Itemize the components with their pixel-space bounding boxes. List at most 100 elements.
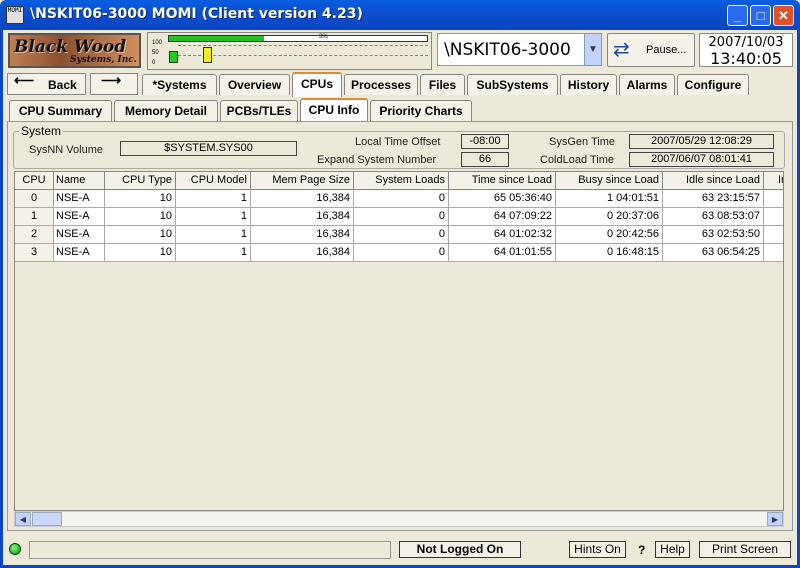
window-title: \NSKIT06-3000 MOMI (Client version 4.23) [30,6,363,22]
col-header-busy-since-load[interactable]: Busy since Load [556,172,663,190]
cell-in [764,226,783,244]
help-button[interactable]: Help [655,541,690,558]
sysnn-value: $SYSTEM.SYS00 [120,141,297,156]
col-header-mem-page-size[interactable]: Mem Page Size [251,172,354,190]
cell-idle-since-load: 63 06:54:25 [663,244,764,262]
cell-busy-since-load: 0 20:42:56 [556,226,663,244]
cell-cpu: 3 [15,244,54,262]
subtab-cpu-summary[interactable]: CPU Summary [9,100,112,121]
table-row[interactable]: 0 NSE-A 10 1 16,384 0 65 05:36:40 1 04:0… [15,190,783,208]
subtab-priority-charts[interactable]: Priority Charts [370,100,472,121]
table-row[interactable]: 3 NSE-A 10 1 16,384 0 64 01:01:55 0 16:4… [15,244,783,262]
logo-line1: Black Wood [14,37,127,57]
tab-overview[interactable]: Overview [219,74,290,95]
title-bar[interactable]: MOMI \NSKIT06-3000 MOMI (Client version … [0,0,800,30]
gauge-percent-label: 3% [319,34,328,40]
table-row[interactable]: 2 NSE-A 10 1 16,384 0 64 01:02:32 0 20:4… [15,226,783,244]
time-display: 13:40:05 [710,49,782,68]
scroll-right-icon[interactable]: ▶ [767,512,783,526]
cell-idle-since-load: 63 08:53:07 [663,208,764,226]
gauge-busy-bar: 3% [168,34,428,42]
tab-systems[interactable]: *Systems [142,74,217,95]
back-label: Back [48,78,77,92]
date-display: 2007/10/03 [708,35,784,50]
col-header-in[interactable]: In [764,172,783,190]
cell-mem-page-size: 16,384 [251,244,354,262]
tab-cpus[interactable]: CPUs [292,72,342,97]
tab-subsystems[interactable]: SubSystems [467,74,558,95]
cell-idle-since-load: 63 02:53:50 [663,226,764,244]
sysgen-time-label: SysGen Time [549,136,616,148]
app-icon: MOMI [6,6,24,24]
gauge-gridline [178,45,428,46]
gauge-busy-fill [169,36,265,41]
subtab-pcbs-tles[interactable]: PCBs/TLEs [220,100,298,121]
back-button[interactable]: ⟵ Back [7,72,86,95]
local-time-offset-value: -08:00 [461,134,509,149]
hints-button[interactable]: Hints On [569,541,626,558]
horizontal-scrollbar[interactable]: ◀ ▶ [14,511,784,527]
cell-name: NSE-A [54,226,105,244]
logo-line2: Systems, Inc. [70,55,137,65]
scroll-left-icon[interactable]: ◀ [15,512,31,526]
system-select-value: \NSKIT06-3000 [444,40,571,60]
maximize-button[interactable]: □ [750,5,771,26]
minimize-button[interactable]: _ [727,5,748,26]
cell-cpu: 1 [15,208,54,226]
cell-time-since-load: 64 01:01:55 [449,244,556,262]
cell-mem-page-size: 16,384 [251,208,354,226]
login-button[interactable]: Not Logged On [399,541,521,558]
blackwood-logo: Black Wood Systems, Inc. [8,33,141,68]
subtab-cpu-info[interactable]: CPU Info [300,98,368,122]
question-icon[interactable]: ? [638,543,645,557]
gauge-axis-100: 100 [152,40,163,46]
system-select[interactable]: \NSKIT06-3000 ▼ [437,33,602,66]
cpu-info-table[interactable]: CPU Name CPU Type CPU Model Mem Page Siz… [14,171,784,511]
subtab-memory-detail[interactable]: Memory Detail [114,100,218,121]
gauge-gridline [178,55,428,56]
tab-files[interactable]: Files [420,74,465,95]
cell-in [764,244,783,262]
cell-cpu-model: 1 [176,208,251,226]
close-button[interactable]: ✕ [773,5,794,26]
coldload-time-label: ColdLoad Time [540,154,614,166]
col-header-cpu-model[interactable]: CPU Model [176,172,251,190]
table-row[interactable]: 1 NSE-A 10 1 16,384 0 64 07:09:22 0 20:3… [15,208,783,226]
system-group-legend: System [19,124,64,138]
cell-mem-page-size: 16,384 [251,190,354,208]
cell-system-loads: 0 [354,208,449,226]
tab-alarms[interactable]: Alarms [619,74,675,95]
print-screen-button[interactable]: Print Screen [699,541,791,558]
tab-configure[interactable]: Configure [677,74,749,95]
expand-system-number-label: Expand System Number [317,154,437,166]
col-header-time-since-load[interactable]: Time since Load [449,172,556,190]
col-header-name[interactable]: Name [54,172,105,190]
chevron-down-icon[interactable]: ▼ [584,34,601,65]
cell-cpu-type: 10 [105,190,176,208]
datetime-display: 2007/10/03 13:40:05 [699,33,793,68]
cell-system-loads: 0 [354,226,449,244]
col-header-system-loads[interactable]: System Loads [354,172,449,190]
scroll-thumb[interactable] [32,512,62,526]
cell-mem-page-size: 16,384 [251,226,354,244]
pause-label: Pause... [646,44,687,56]
status-led-icon [9,543,21,555]
cell-busy-since-load: 0 20:37:06 [556,208,663,226]
cell-name: NSE-A [54,208,105,226]
tab-history[interactable]: History [560,74,617,95]
cell-cpu-type: 10 [105,244,176,262]
cell-system-loads: 0 [354,244,449,262]
col-header-idle-since-load[interactable]: Idle since Load [663,172,764,190]
col-header-cpu-type[interactable]: CPU Type [105,172,176,190]
cell-cpu: 2 [15,226,54,244]
coldload-time-value: 2007/06/07 08:01:41 [629,152,774,167]
tab-processes[interactable]: Processes [344,74,418,95]
cell-cpu: 0 [15,190,54,208]
col-header-cpu[interactable]: CPU [15,172,54,190]
forward-button[interactable]: ⟶ [90,72,138,95]
pause-button[interactable]: ⇄ Pause... [607,33,695,67]
sysnn-label: SysNN Volume [29,144,103,156]
cell-cpu-type: 10 [105,208,176,226]
cell-cpu-model: 1 [176,190,251,208]
status-message [29,541,391,559]
